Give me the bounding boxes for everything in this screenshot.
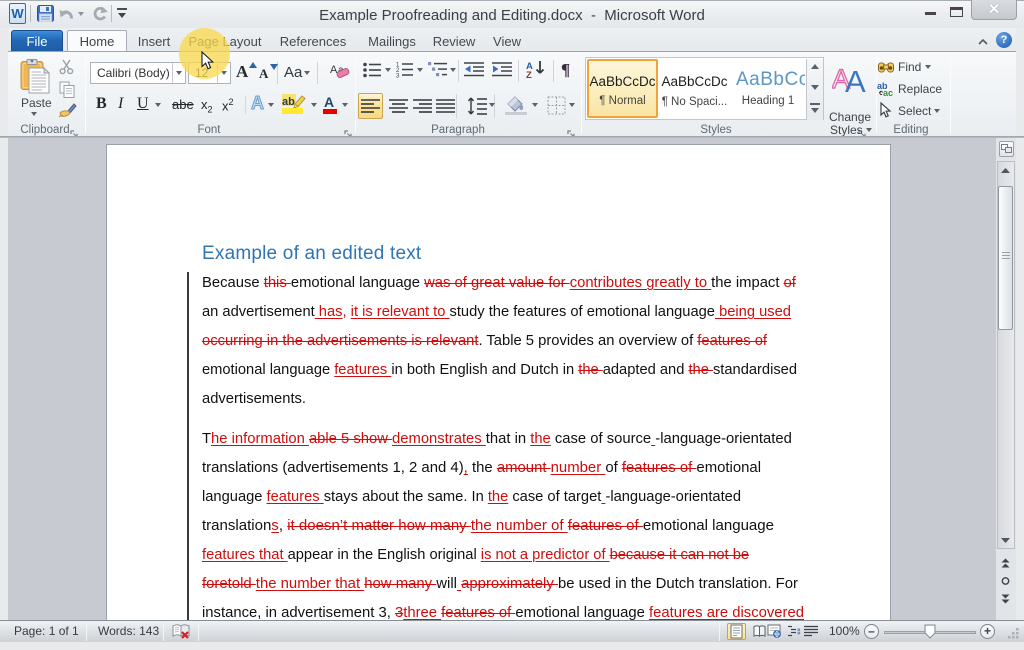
svg-text:A: A <box>324 94 334 110</box>
svg-text:ac: ac <box>883 88 893 96</box>
svg-text:ab: ab <box>282 96 295 108</box>
svg-text:3: 3 <box>396 74 400 79</box>
svg-text:Z: Z <box>526 70 532 79</box>
svg-text:A: A <box>845 64 866 94</box>
